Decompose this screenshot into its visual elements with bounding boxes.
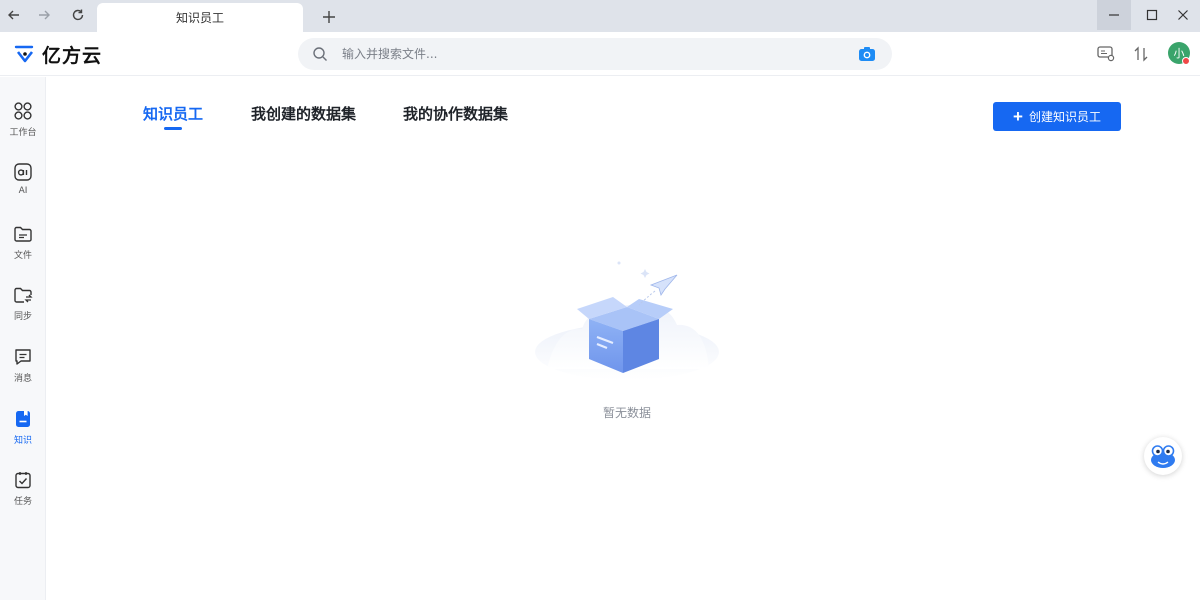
logo-icon [14,45,34,63]
reload-button[interactable] [66,4,90,26]
arrow-left-icon [8,10,19,20]
sidebar-item-sync[interactable]: 同步 [0,283,46,335]
reload-icon [72,9,84,21]
sidebar-item-knowledge[interactable]: 知识 [0,407,46,459]
new-tab-button[interactable] [318,6,340,28]
assistant-robot-button[interactable] [1144,437,1182,475]
robot-assistant-icon [1151,445,1175,468]
browser-tab-title: 知识员工 [175,11,224,25]
tab-collab-datasets[interactable]: 我的协作数据集 [403,103,508,124]
sidebar-item-ai[interactable]: AI [0,160,46,212]
close-icon [1178,10,1188,20]
sidebar-item-label: 同步 [13,312,32,322]
sidebar-item-label: 消息 [13,374,32,384]
sidebar-item-label: 知识 [13,436,32,446]
folder-icon [14,226,32,242]
sidebar-item-label: 工作台 [9,128,37,138]
message-icon [15,349,31,365]
create-knowledge-employee-button[interactable]: + 创建知识员工 [993,102,1121,131]
search-icon [313,47,327,61]
minimize-icon [1109,14,1119,16]
grid-icon [14,102,32,120]
empty-state-text: 暂无数据 [602,406,651,420]
create-button-label: 创建知识员工 [1028,110,1101,124]
transfer-button[interactable] [1131,44,1151,64]
forward-button[interactable] [32,4,56,26]
browser-titlebar: 知识员工 [0,0,1200,32]
app-logo[interactable]: 亿方云 [14,41,102,67]
search-bar[interactable] [298,38,892,70]
arrow-right-icon [39,10,50,20]
plus-icon: + [1013,107,1023,126]
active-tab-indicator [164,127,182,130]
screen-share-button[interactable] [1096,44,1116,64]
sync-folder-icon [14,287,33,303]
main-content: 知识员工 我创建的数据集 我的协作数据集 + 创建知识员工 暂无数据 [47,77,1200,600]
empty-box-illustration [535,261,719,380]
minimize-button[interactable] [1097,0,1131,30]
transfer-icon [1134,46,1148,62]
plus-icon [323,11,335,23]
sidebar-item-workbench[interactable]: 工作台 [0,99,46,151]
sidebar-item-label: AI [18,186,28,196]
ai-icon [14,163,32,181]
logo-text: 亿方云 [42,44,103,67]
back-button[interactable] [2,4,26,26]
sidebar-item-label: 任务 [13,497,32,507]
knowledge-icon [16,411,30,427]
camera-icon [859,47,875,61]
tab-my-datasets[interactable]: 我创建的数据集 [251,103,356,124]
monitor-settings-icon [1097,46,1115,62]
maximize-icon [1146,9,1158,21]
search-input[interactable] [342,38,822,70]
tab-knowledge-employee[interactable]: 知识员工 [143,103,203,124]
sidebar: 工作台 AI 文件 同步 消息 知识 任务 [0,77,46,600]
app-header: 亿方云 小 [0,32,1200,76]
notification-dot [1182,57,1190,65]
close-window-button[interactable] [1166,0,1200,30]
browser-tab[interactable]: 知识员工 [97,3,303,32]
sidebar-item-tasks[interactable]: 任务 [0,468,46,520]
task-icon [15,472,31,489]
maximize-button[interactable] [1135,0,1169,30]
sidebar-item-files[interactable]: 文件 [0,222,46,274]
sidebar-item-messages[interactable]: 消息 [0,345,46,397]
sidebar-item-label: 文件 [13,251,32,261]
